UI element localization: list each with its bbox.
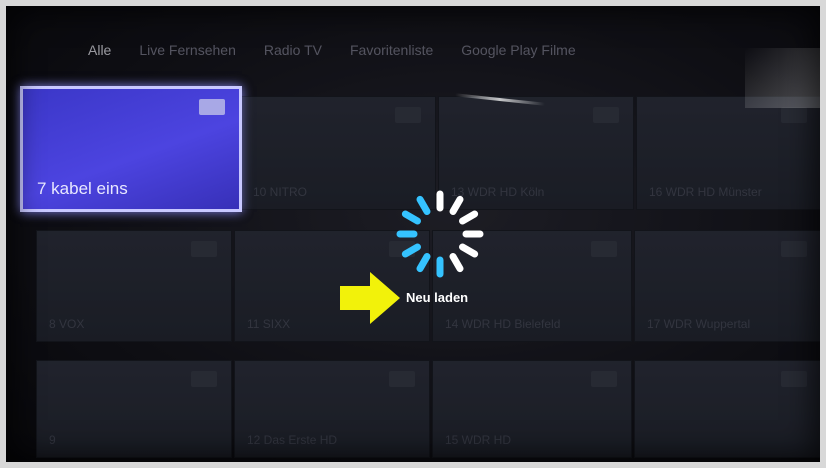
tab-live-fernsehen[interactable]: Live Fernsehen — [139, 42, 236, 58]
channel-tile[interactable]: 15 WDR HD — [432, 360, 632, 458]
tab-radio-tv[interactable]: Radio TV — [264, 42, 322, 58]
channel-tile[interactable]: 9 — [36, 360, 232, 458]
channel-label: 17 WDR Wuppertal — [647, 317, 751, 331]
tv-screen: Alle Live Fernsehen Radio TV Favoritenli… — [0, 0, 826, 468]
tv-badge-icon — [781, 241, 807, 257]
channel-label: 8 VOX — [49, 317, 85, 331]
tv-badge-icon — [781, 107, 807, 123]
tv-badge-icon — [191, 241, 217, 257]
channel-tile-focused[interactable]: 7 kabel eins — [20, 86, 242, 212]
tv-badge-icon — [781, 371, 807, 387]
spinner-dash — [459, 210, 479, 225]
tab-favoritenliste[interactable]: Favoritenliste — [350, 42, 433, 58]
tv-badge-icon — [191, 371, 217, 387]
spinner-dash — [416, 195, 431, 215]
channel-tile[interactable] — [634, 360, 822, 458]
channel-tile[interactable]: 16 WDR HD Münster — [636, 96, 822, 210]
channel-label: 10 NITRO — [253, 185, 308, 199]
tv-badge-icon — [593, 107, 619, 123]
arrow-right-icon — [340, 272, 400, 324]
spinner-dash — [401, 210, 421, 225]
spinner-dash — [416, 253, 431, 273]
channel-label: 12 Das Erste HD — [247, 433, 338, 447]
channel-label: 15 WDR HD — [445, 433, 512, 447]
channel-label: 7 kabel eins — [37, 179, 128, 198]
tv-badge-icon — [591, 371, 617, 387]
reload-label: Neu laden — [406, 290, 469, 305]
channel-tile[interactable]: 8 VOX — [36, 230, 232, 342]
spinner-dash — [401, 243, 421, 258]
spinner-dash — [449, 253, 464, 273]
channel-label: 14 WDR HD Bielefeld — [445, 317, 561, 331]
tab-alle[interactable]: Alle — [88, 42, 111, 58]
tv-badge-icon — [199, 99, 225, 115]
channel-label: 16 WDR HD Münster — [649, 185, 762, 199]
channel-label: 9 — [49, 433, 56, 447]
channel-tile[interactable]: 12 Das Erste HD — [234, 360, 430, 458]
tv-badge-icon — [395, 107, 421, 123]
channel-tile[interactable]: 17 WDR Wuppertal — [634, 230, 822, 342]
spinner-dash — [449, 195, 464, 215]
spinner-dash — [459, 243, 479, 258]
loading-spinner-icon — [396, 190, 484, 278]
category-tabs: Alle Live Fernsehen Radio TV Favoritenli… — [88, 38, 604, 62]
tv-badge-icon — [591, 241, 617, 257]
tv-badge-icon — [389, 371, 415, 387]
channel-label: 11 SIXX — [247, 317, 291, 331]
tab-google-play-filme[interactable]: Google Play Filme — [461, 42, 575, 58]
